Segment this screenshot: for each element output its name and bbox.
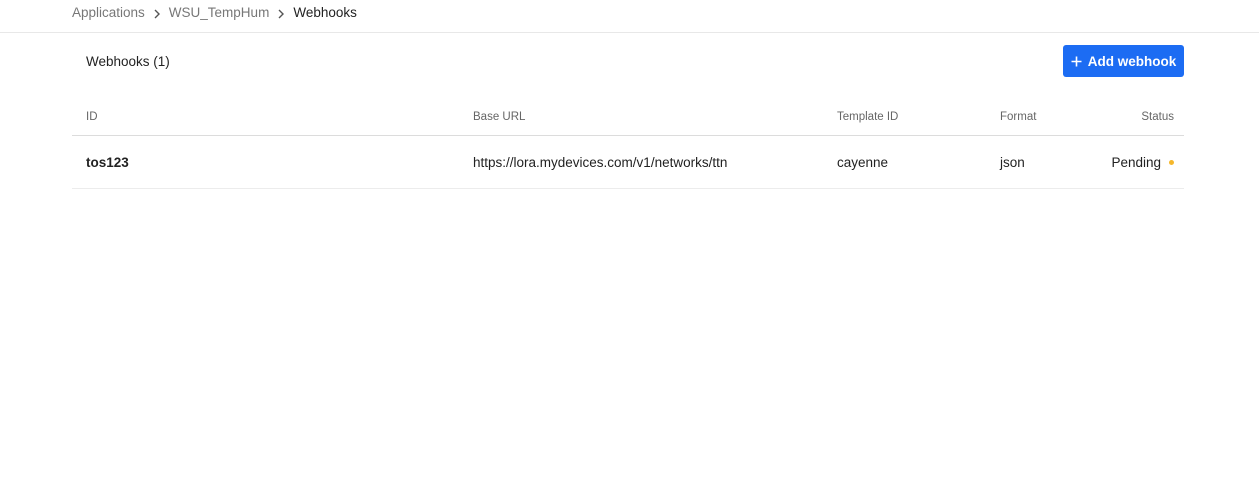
- cell-format: json: [1000, 155, 1025, 170]
- breadcrumb-current: Webhooks: [293, 4, 357, 20]
- table-row[interactable]: tos123 https://lora.mydevices.com/v1/net…: [72, 136, 1184, 189]
- status-dot-icon: [1169, 160, 1174, 165]
- breadcrumb: Applications WSU_TempHum Webhooks: [72, 4, 357, 20]
- add-webhook-button[interactable]: Add webhook: [1063, 45, 1184, 77]
- cell-base-url: https://lora.mydevices.com/v1/networks/t…: [473, 155, 728, 170]
- breadcrumb-application[interactable]: WSU_TempHum: [169, 5, 270, 20]
- panel-header: Webhooks (1) Add webhook: [72, 33, 1184, 89]
- status-label: Pending: [1111, 155, 1161, 170]
- cell-id: tos123: [86, 155, 129, 170]
- panel-title: Webhooks (1): [86, 54, 170, 69]
- add-webhook-label: Add webhook: [1087, 53, 1177, 69]
- table-header: ID Base URL Template ID Format Status: [72, 89, 1184, 136]
- column-header-id[interactable]: ID: [86, 111, 98, 123]
- cell-status: Pending: [1111, 155, 1174, 170]
- chevron-right-icon: [273, 9, 289, 19]
- chevron-right-icon: [149, 9, 165, 19]
- column-header-template-id[interactable]: Template ID: [837, 111, 898, 123]
- column-header-base-url[interactable]: Base URL: [473, 111, 525, 123]
- column-header-format[interactable]: Format: [1000, 111, 1036, 123]
- column-header-status[interactable]: Status: [1141, 111, 1174, 123]
- breadcrumb-applications[interactable]: Applications: [72, 5, 145, 20]
- breadcrumb-bar: Applications WSU_TempHum Webhooks: [0, 0, 1259, 33]
- cell-template-id: cayenne: [837, 155, 889, 170]
- plus-icon: [1071, 56, 1082, 67]
- webhooks-panel: Webhooks (1) Add webhook ID Base URL Tem…: [72, 33, 1184, 189]
